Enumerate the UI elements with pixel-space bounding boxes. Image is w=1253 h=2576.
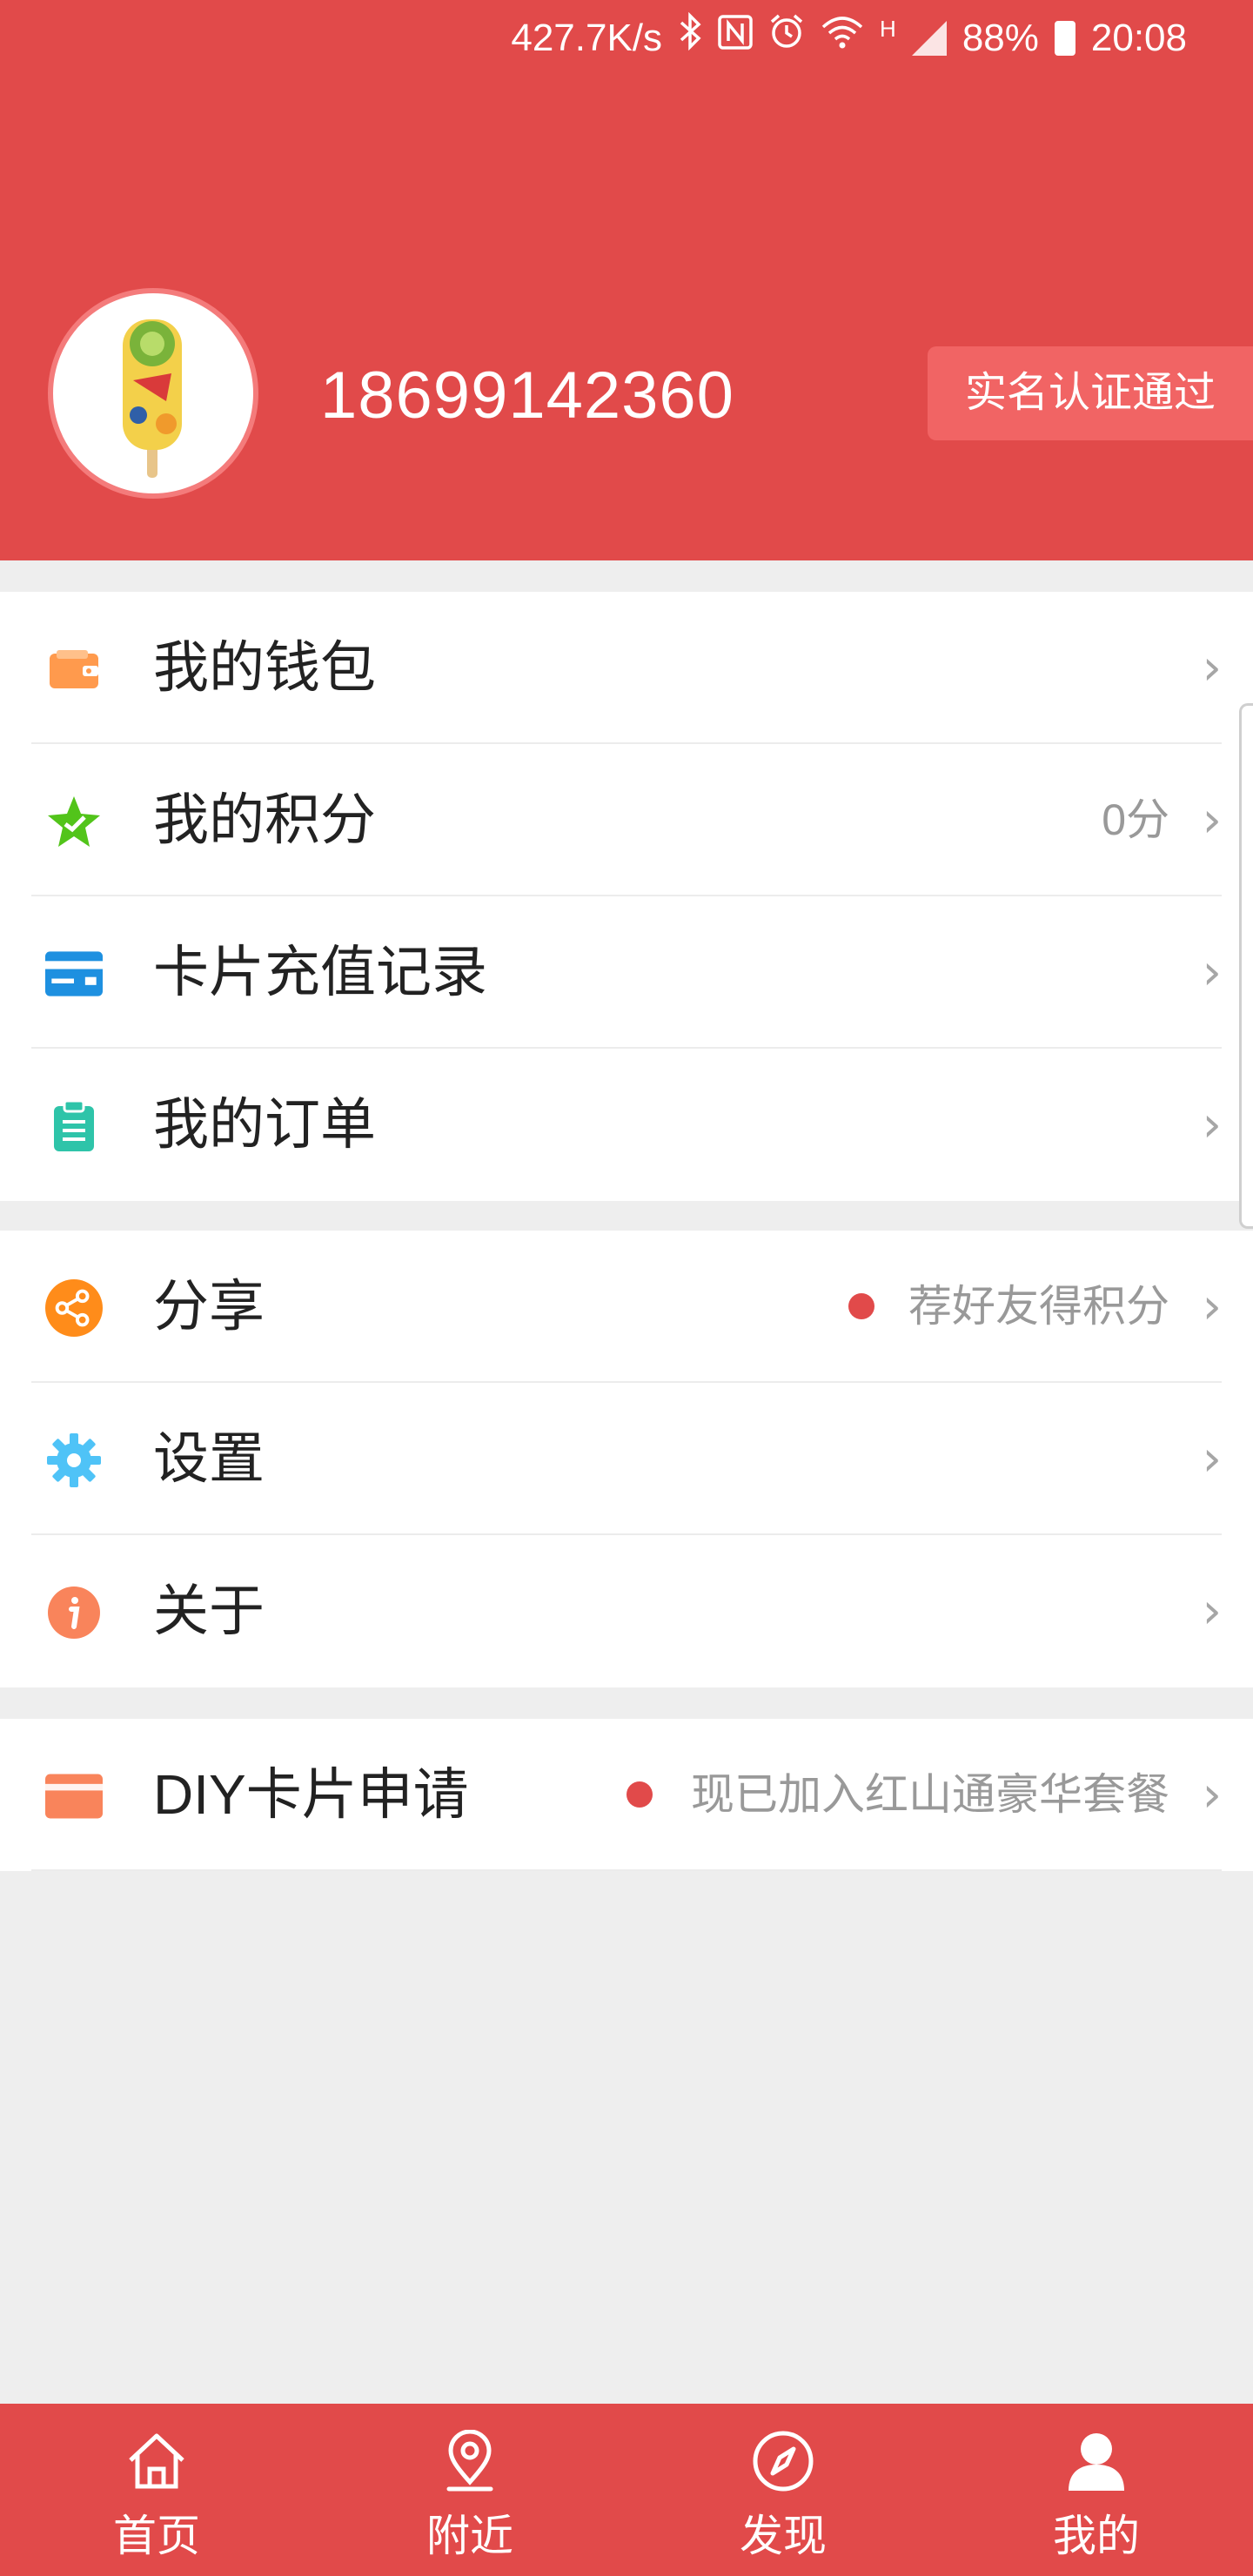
menu-item-diy-card[interactable]: DIY卡片申请 现已加入红山通豪华套餐 › <box>0 1719 1253 1871</box>
menu-label: 分享 <box>153 1275 265 1338</box>
net-speed: 427.7K/s <box>511 16 663 59</box>
tab-discover[interactable]: 发现 <box>626 2404 940 2576</box>
diy-hint: 现已加入红山通豪华套餐 <box>691 1770 1169 1819</box>
chevron-right-icon: › <box>1202 1278 1222 1335</box>
share-hint: 荐好友得积分 <box>908 1282 1169 1331</box>
wifi-icon <box>821 14 864 63</box>
menu-label: 我的订单 <box>153 1093 376 1156</box>
notification-dot <box>848 1293 874 1319</box>
wallet-icon <box>45 641 103 698</box>
menu-label: 卡片充值记录 <box>153 941 487 1003</box>
verified-badge[interactable]: 实名认证通过 <box>928 346 1253 440</box>
diy-card-icon <box>45 1768 103 1825</box>
chevron-right-icon: › <box>1202 1097 1222 1153</box>
tab-label: 发现 <box>740 2512 827 2560</box>
battery-icon <box>1054 20 1075 56</box>
chevron-right-icon: › <box>1202 792 1222 849</box>
home-icon <box>122 2426 191 2496</box>
order-clipboard-icon <box>45 1097 103 1155</box>
phone-number: 18699142360 <box>320 359 734 433</box>
tab-mine[interactable]: 我的 <box>940 2404 1253 2576</box>
menu-label: 我的积分 <box>153 788 376 851</box>
menu-group-diy: DIY卡片申请 现已加入红山通豪华套餐 › <box>0 1719 1253 1871</box>
network-type: H <box>880 16 896 42</box>
popsicle-avatar-image <box>123 319 182 478</box>
points-value: 0分 <box>1102 795 1169 844</box>
menu-group-account: 我的钱包 › 我的积分 0分 › 卡片充值记录 › 我的订单 › <box>0 592 1253 1201</box>
share-icon <box>45 1279 103 1337</box>
menu-label: 我的钱包 <box>153 636 376 699</box>
notification-dot <box>626 1781 653 1808</box>
menu-item-points[interactable]: 我的积分 0分 › <box>0 744 1253 896</box>
chevron-right-icon: › <box>1202 1767 1222 1823</box>
menu-item-orders[interactable]: 我的订单 › <box>0 1049 1253 1201</box>
scrollbar[interactable] <box>1239 703 1253 1229</box>
settings-gear-icon <box>45 1432 103 1489</box>
tab-label: 首页 <box>113 2512 200 2560</box>
status-bar: 427.7K/s H 88% 20:08 <box>0 0 1253 77</box>
alarm-icon <box>768 13 805 63</box>
avatar[interactable] <box>48 288 258 499</box>
signal-icon <box>911 20 947 56</box>
menu-label: 关于 <box>153 1580 265 1642</box>
menu-label: DIY卡片申请 <box>153 1763 469 1826</box>
menu-item-settings[interactable]: 设置 › <box>0 1383 1253 1535</box>
menu-label: 设置 <box>153 1427 265 1490</box>
location-pin-icon <box>435 2426 505 2496</box>
bluetooth-icon <box>678 11 702 64</box>
tab-label: 我的 <box>1053 2512 1140 2560</box>
info-icon <box>45 1584 103 1641</box>
card-icon <box>45 945 103 1003</box>
profile-header: 427.7K/s H 88% 20:08 18699142360 实名认证通过 <box>0 0 1253 560</box>
user-icon <box>1062 2426 1131 2496</box>
nfc-icon <box>718 14 753 63</box>
bottom-tab-bar: 首页 附近 发现 我的 <box>0 2404 1253 2576</box>
menu-item-about[interactable]: 关于 › <box>0 1535 1253 1687</box>
menu-item-wallet[interactable]: 我的钱包 › <box>0 592 1253 744</box>
tab-label: 附近 <box>426 2512 513 2560</box>
menu-group-general: 分享 荐好友得积分 › 设置 › 关于 › <box>0 1231 1253 1687</box>
chevron-right-icon: › <box>1202 1431 1222 1487</box>
clock: 20:08 <box>1090 16 1187 59</box>
menu-item-share[interactable]: 分享 荐好友得积分 › <box>0 1231 1253 1383</box>
chevron-right-icon: › <box>1202 640 1222 696</box>
compass-icon <box>748 2426 818 2496</box>
menu-item-card-recharge[interactable]: 卡片充值记录 › <box>0 896 1253 1049</box>
battery-percent: 88% <box>962 16 1039 59</box>
tab-home[interactable]: 首页 <box>0 2404 313 2576</box>
chevron-right-icon: › <box>1202 1583 1222 1640</box>
divider <box>31 1869 1222 1871</box>
tab-nearby[interactable]: 附近 <box>313 2404 626 2576</box>
chevron-right-icon: › <box>1202 944 1222 1001</box>
points-star-icon <box>45 793 103 850</box>
